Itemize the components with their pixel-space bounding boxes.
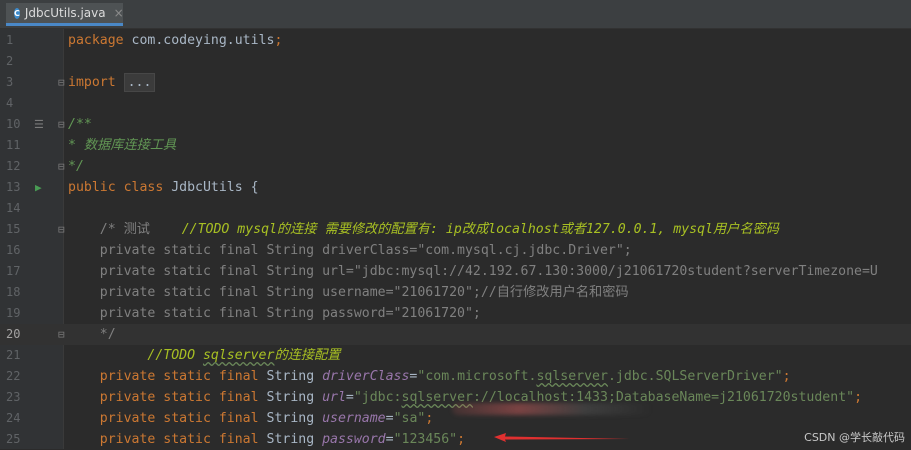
line-number: 18: [6, 285, 21, 299]
code-line[interactable]: 14: [0, 198, 911, 219]
code-text: public class JdbcUtils {: [68, 180, 259, 195]
fold-marker-icon[interactable]: ⊟: [58, 156, 65, 177]
close-icon[interactable]: ×: [114, 6, 124, 20]
line-number: 23: [6, 390, 21, 404]
line-number: 17: [6, 264, 21, 278]
code-text: private static final String password="12…: [68, 432, 466, 447]
code-line[interactable]: 18 private static final String username=…: [0, 282, 911, 303]
code-line[interactable]: 2: [0, 51, 911, 72]
code-text: */: [68, 159, 84, 174]
code-text: private static final String url="jdbc:my…: [68, 264, 878, 279]
code-line[interactable]: 20 ⊟ */: [0, 324, 911, 345]
line-number: 3: [6, 75, 14, 89]
code-line[interactable]: 16 private static final String driverCla…: [0, 240, 911, 261]
code-line[interactable]: 11 * 数据库连接工具: [0, 135, 911, 156]
watermark: CSDN @学长敲代码: [804, 431, 905, 444]
code-line[interactable]: 1 package com.codeying.utils;: [0, 30, 911, 51]
code-text: package com.codeying.utils;: [68, 33, 283, 48]
code-line[interactable]: 19 private static final String password=…: [0, 303, 911, 324]
code-line[interactable]: 12 ⊟ */: [0, 156, 911, 177]
code-editor[interactable]: 1 package com.codeying.utils; 2 3 ⊟ import ..…: [0, 29, 911, 449]
code-text: */: [68, 327, 116, 342]
run-gutter-icon[interactable]: ▶: [35, 177, 42, 198]
code-text: private static final String username="21…: [68, 285, 629, 300]
line-number: 20: [6, 327, 21, 341]
code-line[interactable]: 4: [0, 93, 911, 114]
line-number: 19: [6, 306, 21, 320]
code-line[interactable]: 17 private static final String url="jdbc…: [0, 261, 911, 282]
line-number: 1: [6, 33, 14, 47]
tab-filename: JdbcUtils.java: [24, 6, 106, 20]
line-number: 13: [6, 180, 21, 194]
code-text: private static final String driverClass=…: [68, 369, 791, 384]
code-text: import ...: [68, 72, 156, 93]
line-number: 22: [6, 369, 21, 383]
line-number: 16: [6, 243, 21, 257]
code-line[interactable]: 13 ▶ public class JdbcUtils {: [0, 177, 911, 198]
fold-marker-icon[interactable]: ⊟: [58, 219, 65, 240]
line-number: 24: [6, 411, 21, 425]
code-line[interactable]: 15 ⊟ /* 测试 //TODO mysql的连接 需要修改的配置有: ip改成…: [0, 219, 911, 240]
line-number: 15: [6, 222, 21, 236]
code-text: private static final String driverClass=…: [68, 243, 632, 258]
line-number: 21: [6, 348, 21, 362]
editor-tab-bar: C JdbcUtils.java ×: [0, 0, 911, 29]
code-line[interactable]: 22 private static final String driverCla…: [0, 366, 911, 387]
line-number: 4: [6, 96, 14, 110]
fold-marker-icon[interactable]: ⊟: [58, 324, 65, 345]
code-text: * 数据库连接工具: [68, 138, 177, 153]
line-number: 2: [6, 54, 14, 68]
code-line[interactable]: 3 ⊟ import ...: [0, 72, 911, 93]
code-line[interactable]: 21 //TODO sqlserver的连接配置: [0, 345, 911, 366]
annotation-arrow-icon: [494, 433, 630, 442]
code-text: //TODO sqlserver的连接配置: [147, 348, 341, 363]
fold-marker-icon[interactable]: ⊟: [58, 72, 65, 93]
fold-marker-icon[interactable]: ⊟: [58, 114, 65, 135]
java-class-icon: C: [14, 7, 20, 19]
line-number: 14: [6, 201, 21, 215]
line-number: 25: [6, 432, 21, 446]
code-line[interactable]: 10 ☰ ⊟/**: [0, 114, 911, 135]
code-line[interactable]: 25 private static final String password=…: [0, 429, 911, 450]
line-number: 10: [6, 117, 21, 131]
line-number: 12: [6, 159, 21, 173]
code-text: private static final String password="21…: [68, 306, 481, 321]
code-text: private static final String username="sa…: [68, 411, 434, 426]
code-text: /* 测试 //TODO mysql的连接 需要修改的配置有: ip改成loca…: [68, 222, 779, 237]
doc-comment-icon[interactable]: ☰: [34, 114, 44, 135]
redaction-smear: [452, 403, 652, 415]
line-number: 11: [6, 138, 21, 152]
code-text: /**: [68, 117, 92, 132]
tab-jdbcutils-java[interactable]: C JdbcUtils.java ×: [6, 3, 124, 26]
